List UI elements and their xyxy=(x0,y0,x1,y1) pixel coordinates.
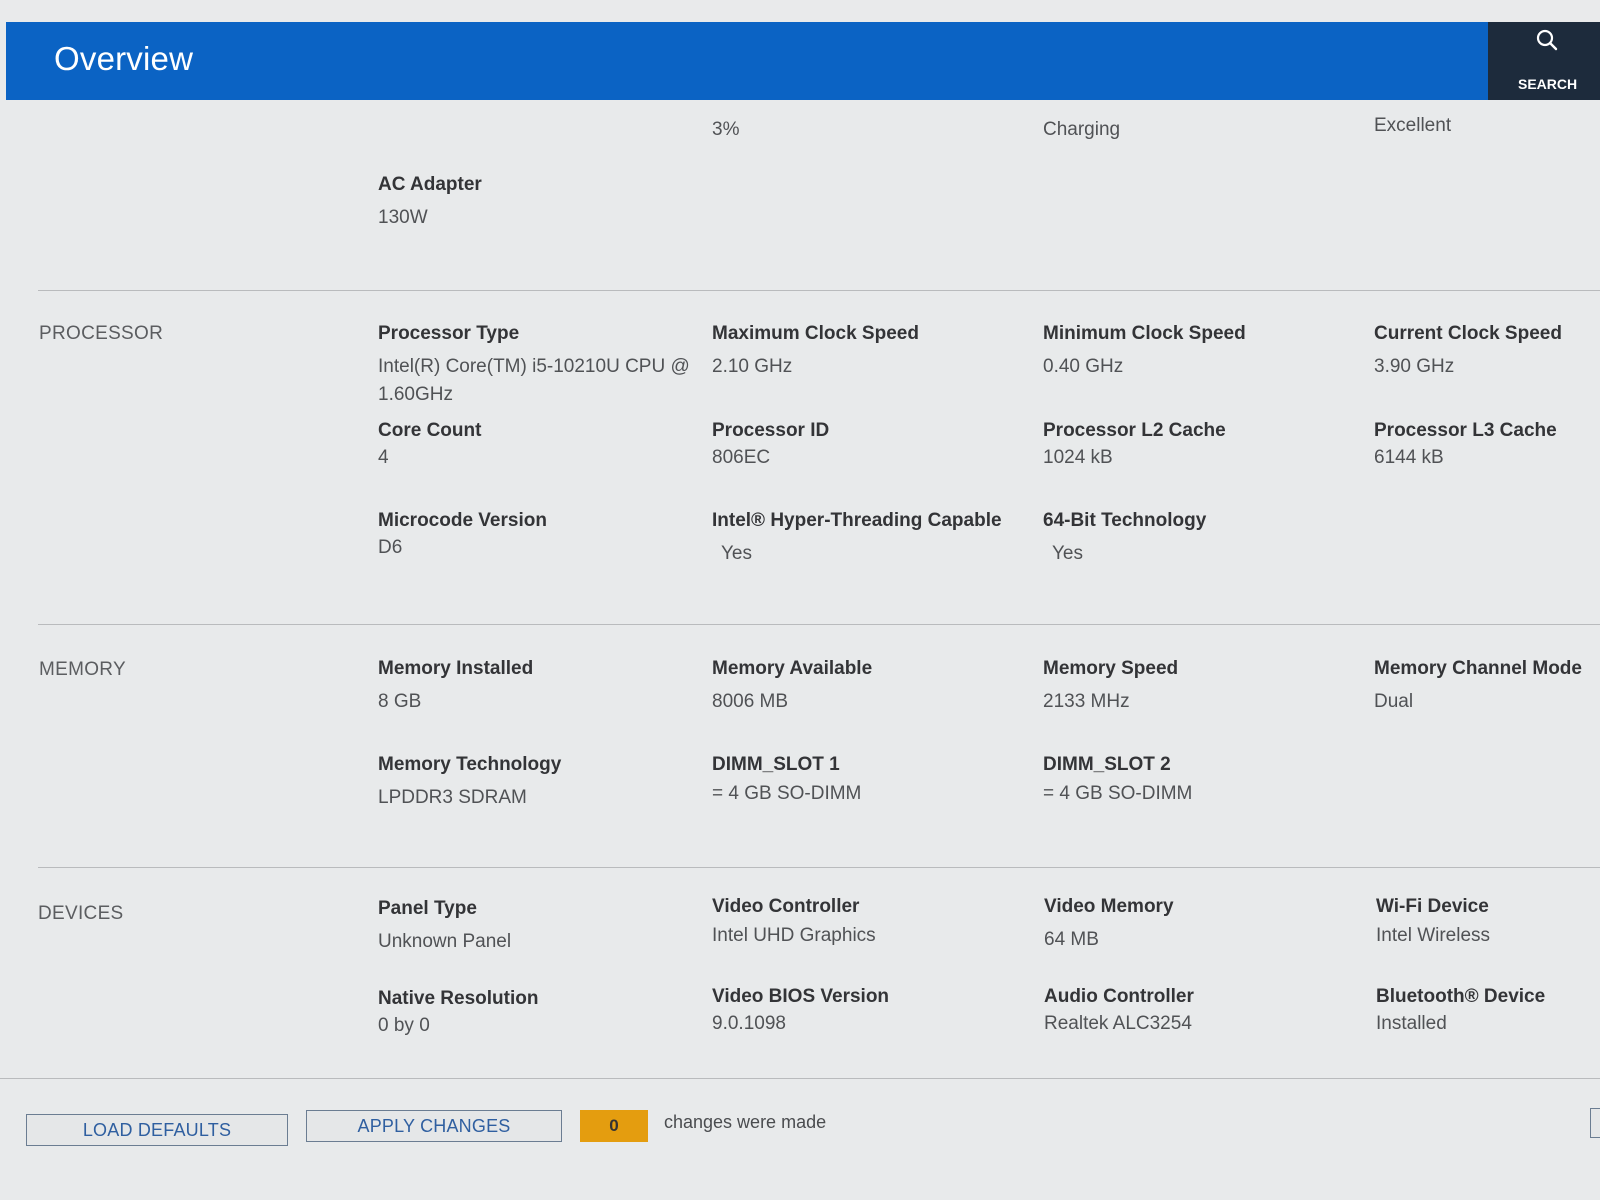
bluetooth-device-field: Bluetooth® Device Installed xyxy=(1376,986,1546,1034)
search-label: SEARCH xyxy=(1518,76,1578,92)
memory-available-field: Memory Available 8006 MB xyxy=(712,658,873,712)
max-clock-speed-field: Maximum Clock Speed 2.10 GHz xyxy=(712,323,919,377)
changes-counter: 0 xyxy=(580,1110,648,1142)
hyper-threading-field: Intel® Hyper-Threading Capable Yes xyxy=(712,510,1002,564)
wifi-device-field: Wi-Fi Device Intel Wireless xyxy=(1376,896,1491,946)
dimm-slot-1-field: DIMM_SLOT 1 = 4 GB SO-DIMM xyxy=(712,754,862,804)
changes-text: changes were made xyxy=(664,1112,827,1132)
panel-type-field: Panel Type Unknown Panel xyxy=(378,898,512,952)
64-bit-technology-field: 64-Bit Technology Yes xyxy=(1043,510,1207,564)
battery-level: 3% xyxy=(712,119,740,140)
core-count-field: Core Count 4 xyxy=(378,420,482,468)
video-bios-version-field: Video BIOS Version 9.0.1098 xyxy=(712,986,890,1034)
load-defaults-button[interactable]: LOAD DEFAULTS xyxy=(26,1114,288,1146)
video-controller-field: Video Controller Intel UHD Graphics xyxy=(712,896,876,946)
memory-installed-field: Memory Installed 8 GB xyxy=(378,658,534,712)
divider xyxy=(38,290,1600,291)
native-resolution-field: Native Resolution 0 by 0 xyxy=(378,988,539,1036)
audio-controller-field: Audio Controller Realtek ALC3254 xyxy=(1044,986,1194,1034)
memory-channel-mode-field: Memory Channel Mode Dual xyxy=(1374,658,1582,712)
search-button[interactable]: SEARCH xyxy=(1488,22,1600,100)
processor-l3-cache-field: Processor L3 Cache 6144 kB xyxy=(1374,420,1557,468)
processor-l2-cache-field: Processor L2 Cache 1024 kB xyxy=(1043,420,1226,468)
processor-id-field: Processor ID 806EC xyxy=(712,420,830,468)
footer-edge-button[interactable] xyxy=(1590,1108,1600,1138)
video-memory-field: Video Memory 64 MB xyxy=(1044,896,1174,950)
section-label-memory: MEMORY xyxy=(39,659,126,680)
microcode-version-field: Microcode Version D6 xyxy=(378,510,547,558)
memory-speed-field: Memory Speed 2133 MHz xyxy=(1043,658,1179,712)
footer-divider xyxy=(0,1078,1600,1079)
page-title: Overview xyxy=(54,40,194,77)
battery-state: Charging xyxy=(1043,119,1121,140)
top-strip xyxy=(0,0,1600,22)
current-clock-speed-field: Current Clock Speed 3.90 GHz xyxy=(1374,323,1562,377)
dimm-slot-2-field: DIMM_SLOT 2 = 4 GB SO-DIMM xyxy=(1043,754,1193,804)
divider xyxy=(38,867,1600,868)
processor-type-field: Processor Type Intel(R) Core(TM) i5-1021… xyxy=(378,323,690,405)
divider xyxy=(38,624,1600,625)
apply-changes-button[interactable]: APPLY CHANGES xyxy=(306,1110,562,1142)
bios-overview-screen: Overview SEARCH 3% Charging Excellent AC… xyxy=(0,0,1600,1200)
min-clock-speed-field: Minimum Clock Speed 0.40 GHz xyxy=(1043,323,1246,377)
search-icon xyxy=(1536,29,1558,51)
ac-adapter-field: AC Adapter 130W xyxy=(378,174,482,228)
section-label-processor: PROCESSOR xyxy=(39,323,164,344)
battery-health: Excellent xyxy=(1374,115,1452,136)
section-label-devices: DEVICES xyxy=(38,903,124,924)
memory-technology-field: Memory Technology LPDDR3 SDRAM xyxy=(378,754,562,808)
header-bar: Overview xyxy=(6,22,1488,100)
